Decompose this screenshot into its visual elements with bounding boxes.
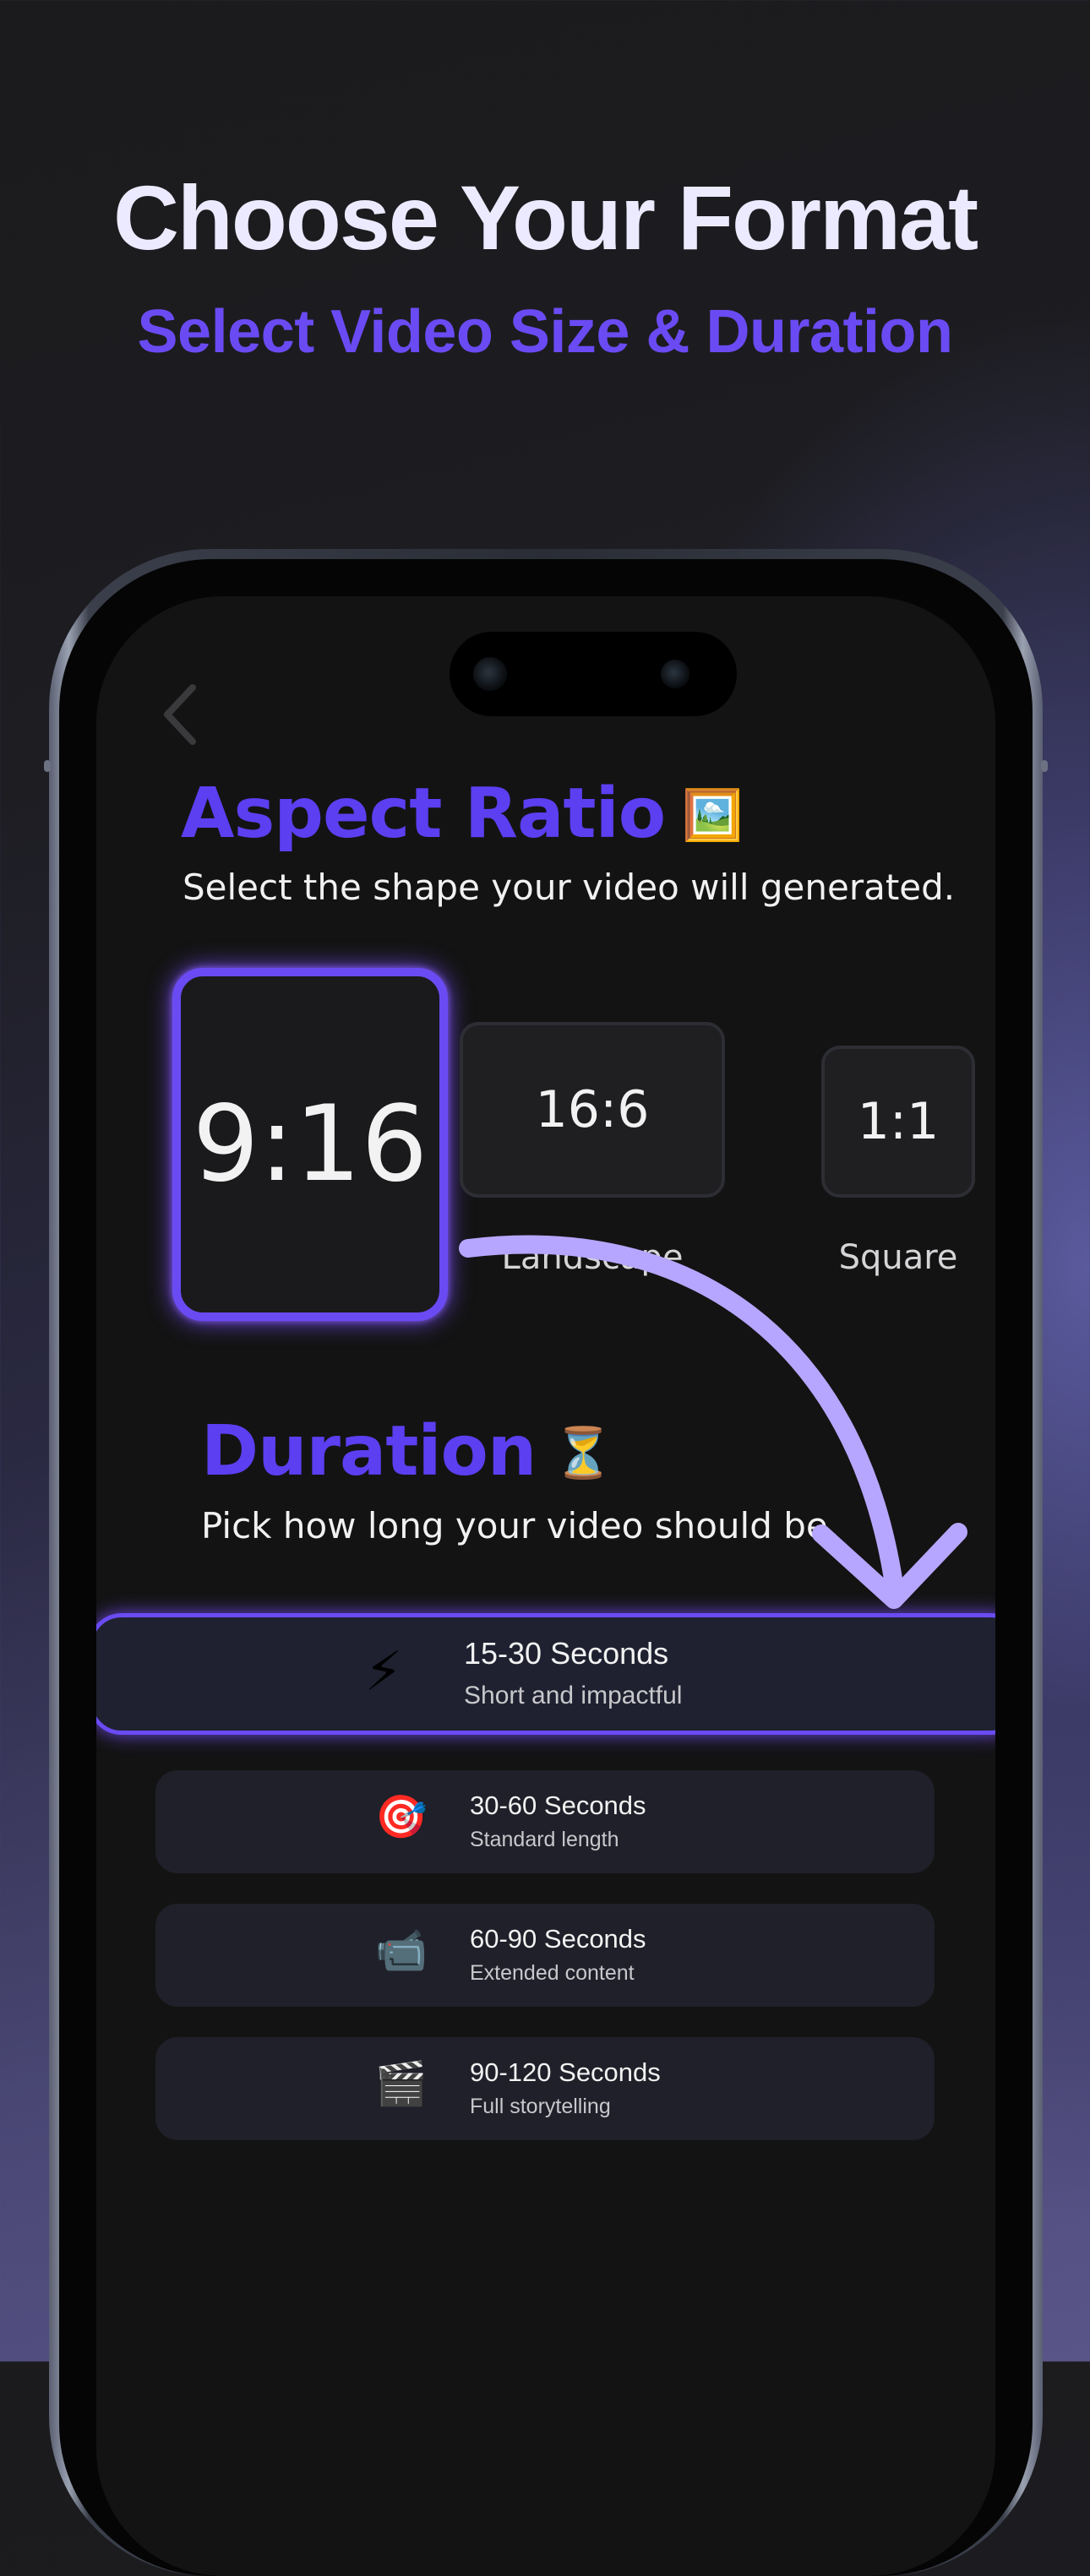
duration-option-title: 90-120 Seconds	[470, 2057, 661, 2087]
ratio-label-square: Square	[838, 1238, 958, 1277]
phone-side-button	[44, 760, 51, 772]
duration-option-60-90[interactable]: 📹 60-90 Seconds Extended content	[155, 1904, 935, 2007]
phone-bezel: Aspect Ratio 🖼️ Select the shape your vid…	[59, 559, 1033, 2576]
duration-option-title: 15-30 Seconds	[464, 1636, 669, 1671]
promo-headline: Choose Your Format	[112, 166, 978, 269]
target-icon: 🎯	[374, 1792, 428, 1841]
duration-option-desc: Standard length	[470, 1828, 619, 1851]
duration-option-title: 30-60 Seconds	[470, 1791, 646, 1820]
duration-description: Pick how long your video should be.	[201, 1505, 840, 1546]
duration-option-30-60[interactable]: 🎯 30-60 Seconds Standard length	[155, 1770, 935, 1873]
ratio-value: 16:6	[535, 1080, 650, 1139]
ratio-option-9-16[interactable]: 9:16	[172, 968, 448, 1321]
app-screen: Aspect Ratio 🖼️ Select the shape your vid…	[96, 596, 995, 2576]
aspect-ratio-title: Aspect Ratio	[181, 774, 666, 854]
picture-icon: 🖼️	[682, 786, 743, 844]
hourglass-icon: ⏳	[553, 1424, 613, 1481]
phone-side-button	[1041, 760, 1048, 772]
duration-option-desc: Extended content	[470, 1961, 635, 1985]
lightning-icon: ⚡	[364, 1641, 403, 1704]
duration-option-90-120[interactable]: 🎬 90-120 Seconds Full storytelling	[155, 2037, 935, 2140]
video-camera-icon: 📹	[374, 1926, 428, 1975]
duration-heading: Duration ⏳	[201, 1411, 613, 1492]
duration-option-desc: Full storytelling	[470, 2095, 611, 2118]
ratio-label-landscape: Landscape	[501, 1238, 684, 1277]
ratio-option-16-6[interactable]: 16:6	[460, 1022, 725, 1198]
duration-option-desc: Short and impactful	[464, 1682, 683, 1709]
ratio-value: 9:16	[192, 1084, 428, 1205]
chevron-left-icon	[164, 684, 196, 745]
ratio-value: 1:1	[857, 1092, 940, 1151]
ratio-option-1-1[interactable]: 1:1	[821, 1046, 975, 1198]
clapperboard-icon: 🎬	[374, 2059, 428, 2108]
dynamic-island	[450, 632, 737, 716]
duration-option-15-30[interactable]: ⚡ 15-30 Seconds Short and impactful	[96, 1613, 995, 1735]
aspect-ratio-heading: Aspect Ratio 🖼️	[181, 774, 743, 854]
front-sensor	[661, 660, 689, 688]
duration-option-title: 60-90 Seconds	[470, 1924, 646, 1954]
back-button[interactable]	[155, 681, 206, 748]
promo-subheadline: Select Video Size & Duration	[137, 298, 953, 366]
phone-frame: Aspect Ratio 🖼️ Select the shape your vid…	[44, 549, 1048, 2576]
aspect-ratio-description: Select the shape your video will generat…	[183, 867, 956, 908]
duration-title: Duration	[201, 1411, 537, 1492]
front-camera	[473, 657, 507, 691]
